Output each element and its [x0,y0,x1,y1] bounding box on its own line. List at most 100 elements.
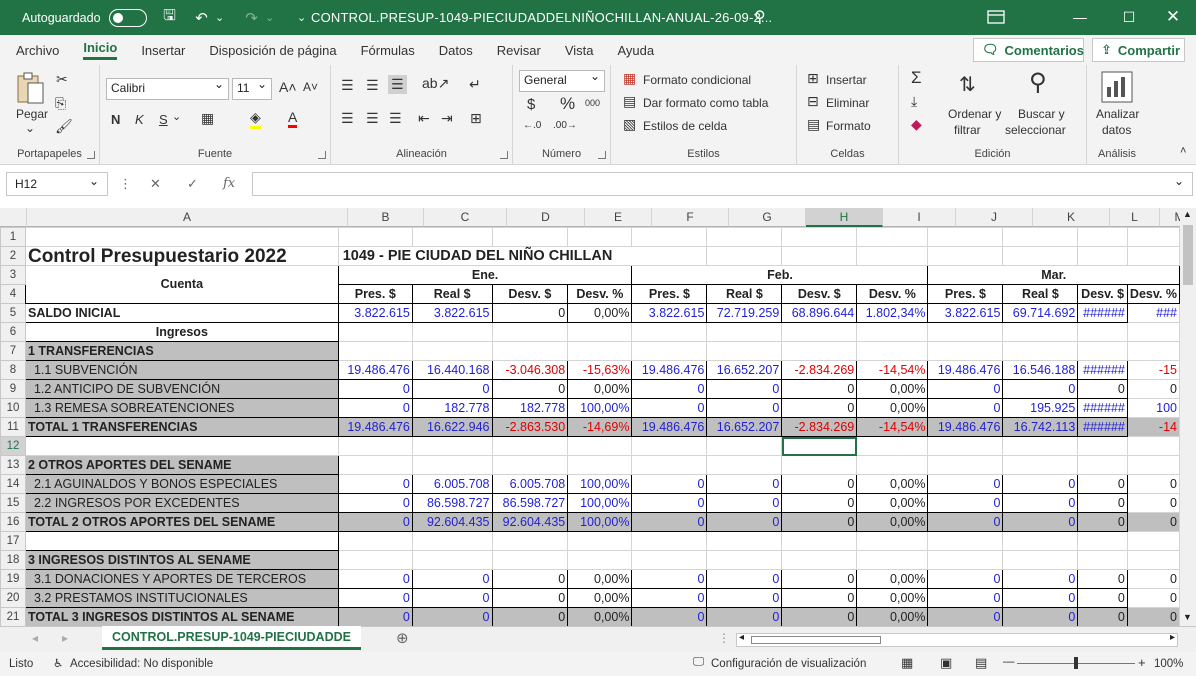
close-icon[interactable]: ✕ [1150,5,1196,29]
column-header-J[interactable]: J [956,208,1033,227]
column-header-F[interactable]: F [652,208,729,227]
value-cell[interactable]: 3.822.615 [631,303,708,323]
value-cell[interactable]: 0 [1002,588,1079,608]
merge-center-icon[interactable]: ⊞ [470,110,482,127]
value-cell[interactable]: 0 [1126,512,1180,532]
sheet-tab-active[interactable]: CONTROL.PRESUP-1049-PIECIUDADDE [102,626,361,650]
cell[interactable] [1077,531,1128,551]
cell[interactable] [1002,341,1079,361]
underline-dropdown-icon[interactable]: ⌄ [172,110,181,123]
cell[interactable] [1126,531,1180,551]
value-cell[interactable]: 72.719.259 [706,303,783,323]
value-cell[interactable]: 0,00% [567,588,633,608]
minimize-icon[interactable]: — [1057,5,1103,29]
value-cell[interactable]: 0 [927,379,1004,399]
cell[interactable] [856,531,929,551]
value-cell[interactable]: 0 [706,474,783,494]
cell[interactable] [1002,227,1079,247]
value-cell[interactable]: 0 [1002,474,1079,494]
value-cell[interactable]: 6.005.708 [491,474,569,494]
tab-formulas[interactable]: Fórmulas [361,43,415,58]
zoom-out-icon[interactable]: — [1003,656,1015,668]
value-cell[interactable]: 68.896.644 [781,303,858,323]
cell[interactable] [567,322,633,342]
row-header-14[interactable]: 14 [0,474,26,494]
cell[interactable] [706,436,783,456]
italic-button[interactable]: K [135,112,144,127]
align-right-icon[interactable]: ☰ [389,110,402,127]
sort-filter-icon[interactable]: ⇅ [959,72,976,97]
value-cell[interactable]: 100 [1126,398,1180,418]
section-label[interactable]: 2 OTROS APORTES DEL SENAME [24,455,339,475]
value-cell[interactable]: 0 [337,512,413,532]
value-cell[interactable]: 0 [706,398,783,418]
cell[interactable] [781,227,858,247]
font-family-select[interactable]: Calibri [106,77,229,100]
value-cell[interactable]: 100,00% [567,398,633,418]
spreadsheet-grid[interactable]: A B C D E F G H I J K L M 1 2 Control Pres… [0,208,1180,626]
scroll-left-icon[interactable]: ◂ [739,632,744,643]
zoom-level[interactable]: 100% [1154,658,1183,670]
value-cell[interactable]: 0 [1002,607,1079,626]
value-cell[interactable]: 92.604.435 [491,512,569,532]
cell[interactable] [491,550,569,570]
value-cell[interactable]: 100,00% [567,474,633,494]
conditional-format-icon[interactable]: ▦ [623,70,636,87]
value-cell[interactable]: 16.546.188 [1002,360,1079,380]
row-header-6[interactable]: 6 [0,322,26,342]
sub-header[interactable]: Real $ [1002,284,1079,304]
column-header-D[interactable]: D [507,208,585,227]
redo-icon[interactable]: ↷ [243,9,261,27]
cell[interactable] [1077,227,1128,247]
cell[interactable] [1077,436,1128,456]
search-icon[interactable]: ⚲ [754,7,766,27]
value-cell[interactable]: 19.486.476 [337,417,413,437]
cell-styles-button[interactable]: Estilos de celda [643,119,727,133]
display-settings[interactable]: Configuración de visualización [711,658,866,670]
value-cell[interactable]: 0,00% [856,474,929,494]
insert-cells-button[interactable]: Insertar [826,73,867,87]
value-cell[interactable]: 0 [781,398,858,418]
cell[interactable] [631,227,708,247]
account-label[interactable]: 1.3 REMESA SOBREATENCIONES [24,398,339,418]
cell[interactable] [1126,227,1180,247]
value-cell[interactable]: 0 [927,493,1004,513]
value-cell[interactable]: 0 [337,607,413,626]
row-header-17[interactable]: 17 [0,531,26,551]
paste-dropdown-icon[interactable]: ⌄ [25,121,35,135]
value-cell[interactable]: ### [1126,303,1180,323]
account-label[interactable]: 1.2 ANTICIPO DE SUBVENCIÓN [24,379,339,399]
cell[interactable] [491,227,569,247]
sort-filter-label-2[interactable]: filtrar [954,123,981,137]
value-cell[interactable]: 0,00% [567,607,633,626]
display-settings-icon[interactable]: 🖵 [693,656,704,669]
value-cell[interactable]: 0 [1002,569,1079,589]
increase-indent-icon[interactable]: ⇥ [441,110,453,127]
formula-bar-options-icon[interactable]: ⋮ [119,176,132,192]
collapse-ribbon-icon[interactable]: ˄ [1180,145,1186,157]
column-header-E[interactable]: E [585,208,652,227]
save-icon[interactable]: 🖫 [161,5,179,30]
value-cell[interactable]: 16.652.207 [706,417,783,437]
value-cell[interactable]: 92.604.435 [411,512,493,532]
value-cell[interactable]: 0 [411,588,493,608]
orientation-icon[interactable]: ab↗ [422,75,449,92]
cell[interactable] [491,455,569,475]
value-cell[interactable]: 0 [337,588,413,608]
row-header-10[interactable]: 10 [0,398,26,418]
wrap-text-icon[interactable]: ↵ [469,76,481,93]
page-layout-icon[interactable]: ▣ [940,655,952,671]
customize-toolbar-icon[interactable]: ⌄ [293,11,311,24]
value-cell[interactable]: -15,63% [567,360,633,380]
cell[interactable] [706,531,783,551]
analyze-data-icon[interactable] [1101,71,1133,103]
cell[interactable] [856,322,929,342]
undo-icon[interactable]: ↶ [193,9,211,27]
decrease-indent-icon[interactable]: ⇤ [418,110,430,127]
value-cell[interactable]: 0 [706,607,783,626]
cell[interactable] [411,550,493,570]
delete-cells-button[interactable]: Eliminar [826,96,869,110]
analyze-data-label-1[interactable]: Analizar [1096,107,1139,121]
value-cell[interactable]: 0 [927,569,1004,589]
tab-revisar[interactable]: Revisar [497,43,541,58]
